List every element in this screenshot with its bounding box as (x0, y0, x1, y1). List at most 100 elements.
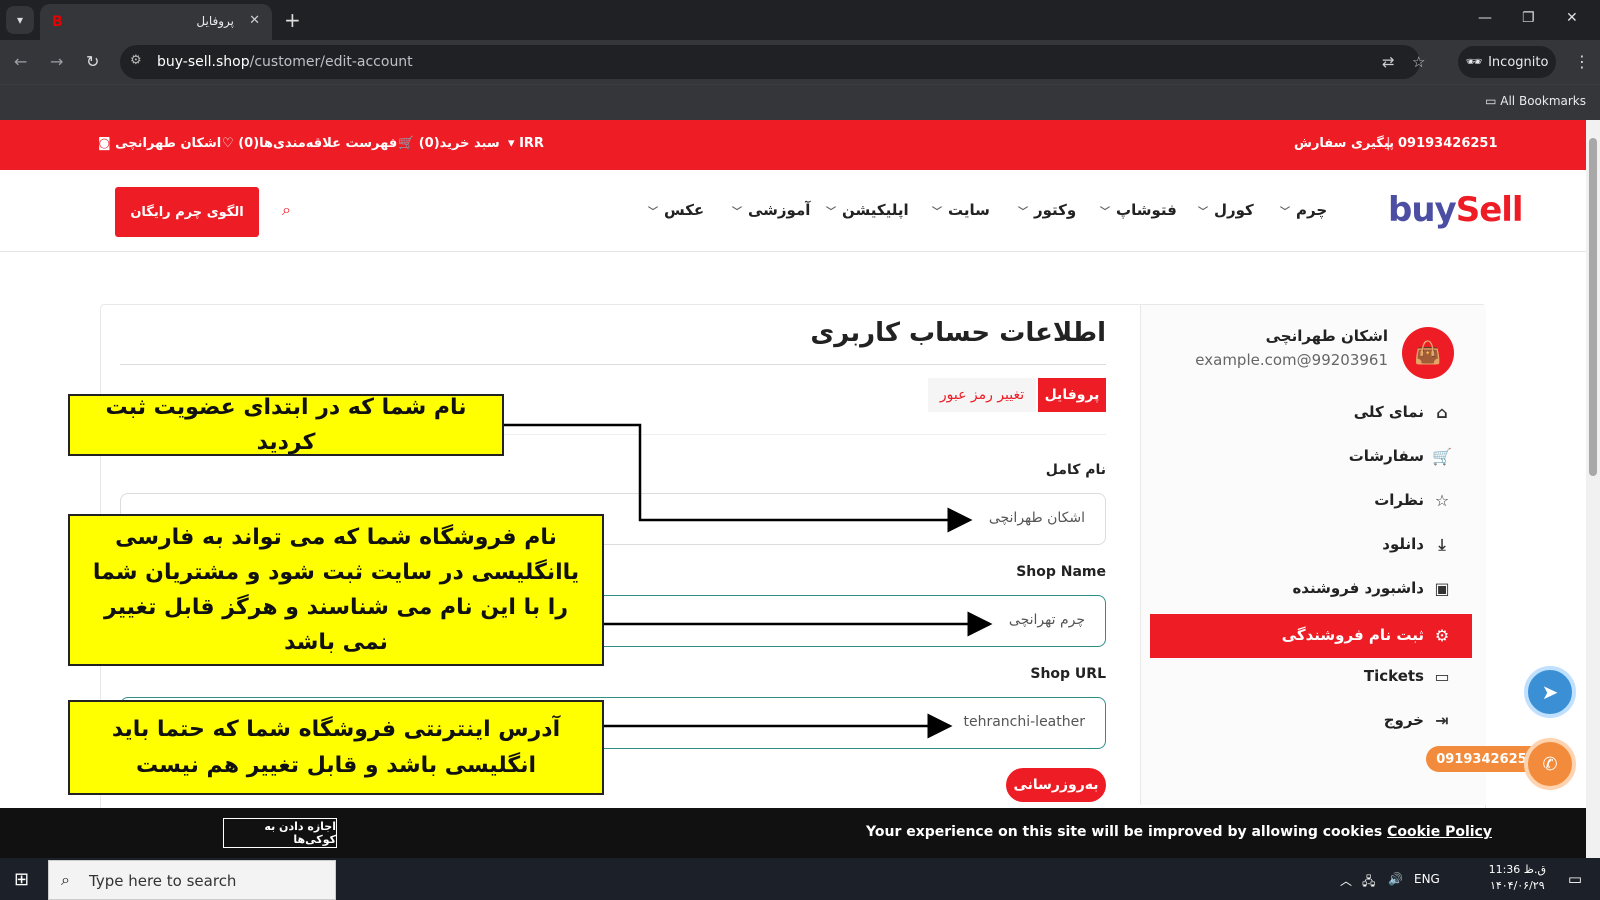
ticket-icon: ▭ (1434, 667, 1450, 686)
account-label: اشکان طهرانچی (115, 136, 222, 151)
shop-name-label: Shop Name (1016, 564, 1106, 580)
site-header: buySell چرم﹀ کورل﹀ فتوشاپ﹀ وکتور﹀ سایت﹀ … (0, 170, 1586, 252)
scrollbar-thumb[interactable] (1589, 138, 1597, 476)
wishlist-link[interactable]: ♡ فهرست علاقه‌مندی‌ها(0) (222, 136, 397, 151)
telegram-button[interactable]: ➤ (1524, 666, 1576, 718)
sidebar-item-downloads[interactable]: ⤓ دانلود (1150, 523, 1472, 567)
minimize-button[interactable]: — (1478, 10, 1492, 26)
sidebar-item-logout[interactable]: ⇥ خروج (1150, 699, 1472, 743)
clock-date: ۱۴۰۴/۰۶/۲۹ (1489, 879, 1545, 892)
avatar: 👜 (1402, 327, 1454, 379)
bookmarks-bar: ▭ All Bookmarks (0, 84, 1600, 120)
track-order-link[interactable]: پیگیری سفارش (1294, 136, 1394, 151)
update-button[interactable]: به‌روزرسانی (1006, 768, 1106, 802)
currency-label: IRR (519, 136, 544, 151)
gear-icon: ⚙ (1434, 626, 1450, 645)
tab-profile[interactable]: پروفایل (1038, 378, 1106, 412)
forward-button[interactable]: → (50, 52, 63, 71)
site-favicon-icon: B (52, 14, 63, 30)
back-button[interactable]: ← (14, 52, 27, 71)
browser-tab[interactable]: B پروفایل ✕ (40, 4, 272, 40)
translate-icon[interactable]: ⇄ (1382, 53, 1395, 71)
shop-url-value: tehranchi-leather (963, 714, 1085, 730)
cart-label: سبد خرید(0) (418, 136, 500, 151)
sidebar-item-tickets[interactable]: ▭ Tickets (1150, 655, 1472, 699)
menu-item-education[interactable]: آموزشی ﹀ (732, 201, 810, 219)
full-name-label: نام کامل (1045, 462, 1106, 478)
reload-button[interactable]: ↻ (86, 52, 99, 71)
taskbar-search-placeholder: Type here to search (89, 872, 237, 890)
incognito-icon: 🕶 (1465, 54, 1483, 70)
search-icon[interactable]: ⌕ (282, 200, 291, 220)
briefcase-icon: ▣ (1434, 579, 1450, 598)
annotation-shop-name-note: نام فروشگاه شما که می تواند به فارسی یاا… (68, 514, 604, 666)
browser-menu-button[interactable]: ⋮ (1574, 52, 1590, 71)
sidebar-item-label: سفارشات (1348, 447, 1424, 465)
sidebar-item-label: خروج (1383, 711, 1424, 729)
sidebar-item-label: نظرات (1374, 491, 1424, 509)
cart-link[interactable]: 🛒 سبد خرید(0) (398, 136, 500, 151)
chevron-down-icon: ﹀ (732, 207, 742, 218)
all-bookmarks-button[interactable]: ▭ All Bookmarks (1485, 94, 1586, 108)
page-scrollbar[interactable] (1586, 120, 1600, 858)
incognito-indicator[interactable]: 🕶 Incognito (1458, 46, 1556, 78)
restore-button[interactable]: ❐ (1522, 10, 1535, 26)
menu-item-vector[interactable]: وکتور ﹀ (1018, 201, 1076, 219)
menu-item-application[interactable]: اپلیکیشن ﹀ (826, 201, 909, 219)
menu-item-corel[interactable]: کورل ﹀ (1198, 201, 1254, 219)
network-icon[interactable]: 🖧 (1362, 872, 1375, 893)
taskbar-clock[interactable]: 11:36 ق.ظ ۱۴۰۴/۰۶/۲۹ (1489, 862, 1546, 894)
tray-expand-icon[interactable]: ︿ (1340, 872, 1352, 889)
address-bar[interactable]: ⚙ buy-sell.shop/customer/edit-account ⇄ … (120, 45, 1425, 79)
support-phone[interactable]: 09193426251 (1398, 136, 1498, 151)
menu-label: چرم (1296, 201, 1328, 219)
sidebar-item-label: دانلود (1382, 535, 1424, 553)
annotation-name-note: نام شما که در ابتدای عضویت ثبت کردید (68, 394, 504, 456)
currency-selector[interactable]: ▾ IRR (508, 136, 544, 151)
bookmark-star-icon[interactable]: ☆ (1412, 53, 1425, 71)
new-tab-button[interactable]: + (284, 8, 301, 32)
allow-cookies-button[interactable]: اجازه دادن به کوکی‌ها (223, 818, 337, 848)
cart-icon: 🛒 (1432, 447, 1452, 466)
notifications-icon[interactable]: ▭ (1568, 870, 1582, 888)
cookie-policy-link[interactable]: Cookie Policy (1387, 824, 1492, 840)
volume-icon[interactable]: 🔊 (1388, 872, 1403, 886)
url-text: buy-sell.shop/customer/edit-account (157, 54, 413, 70)
sidebar-item-vendor-dashboard[interactable]: ▣ داشبورد فروشنده (1150, 567, 1472, 611)
chevron-down-icon: ﹀ (1198, 207, 1208, 218)
windows-start-icon[interactable]: ⊞ (14, 869, 29, 890)
taskbar-search[interactable]: ⌕ Type here to search (48, 860, 336, 900)
tab-search-button[interactable]: ▾ (6, 6, 34, 34)
system-tray: ︿ 🖧 🔊 ENG 11:36 ق.ظ ۱۴۰۴/۰۶/۲۹ ▭ (1340, 858, 1600, 900)
menu-item-leather[interactable]: چرم ﹀ (1280, 201, 1327, 219)
browser-tab-bar: ▾ B پروفایل ✕ + — ❐ ✕ (0, 0, 1600, 40)
cookie-banner: Your experience on this site will be imp… (0, 808, 1586, 858)
site-info-icon[interactable]: ⚙ (130, 53, 148, 71)
tab-close-icon[interactable]: ✕ (249, 13, 260, 28)
phone-call-button[interactable]: ✆ (1524, 738, 1576, 790)
browser-toolbar: ← → ↻ ⚙ buy-sell.shop/customer/edit-acco… (0, 40, 1600, 84)
site-logo[interactable]: buySell (1388, 190, 1524, 230)
sidebar-item-vendor-registration[interactable]: ⚙ ثبت نام فروشندگی (1150, 614, 1472, 658)
cart-icon: 🛒 (398, 136, 415, 151)
cookie-message-text: Your experience on this site will be imp… (866, 824, 1383, 840)
tab-title: پروفایل (196, 14, 234, 28)
sidebar-item-label: ثبت نام فروشندگی (1281, 626, 1424, 644)
title-divider (120, 364, 1106, 365)
heart-icon: ♡ (222, 136, 234, 151)
language-indicator[interactable]: ENG (1414, 872, 1440, 886)
account-link[interactable]: ◙ اشکان طهرانچی (98, 136, 221, 151)
cookie-message: Your experience on this site will be imp… (866, 824, 1492, 840)
chevron-down-icon: ﹀ (826, 207, 836, 218)
free-leather-pattern-button[interactable]: الگوی چرم رایگان (115, 187, 259, 237)
search-icon: ⌕ (61, 870, 70, 889)
sidebar-item-orders[interactable]: 🛒 سفارشات (1150, 435, 1472, 479)
menu-item-photo[interactable]: عکس ﹀ (648, 201, 704, 219)
sidebar-item-overview[interactable]: ⌂ نمای کلی (1150, 391, 1472, 435)
all-bookmarks-label: All Bookmarks (1500, 94, 1586, 108)
sidebar-item-reviews[interactable]: ☆ نظرات (1150, 479, 1472, 523)
menu-item-photoshop[interactable]: فتوشاپ ﹀ (1100, 201, 1177, 219)
window-close-button[interactable]: ✕ (1566, 10, 1578, 26)
menu-item-site[interactable]: سایت ﹀ (932, 201, 990, 219)
tab-change-password[interactable]: تغییر رمز عبور (928, 378, 1036, 412)
